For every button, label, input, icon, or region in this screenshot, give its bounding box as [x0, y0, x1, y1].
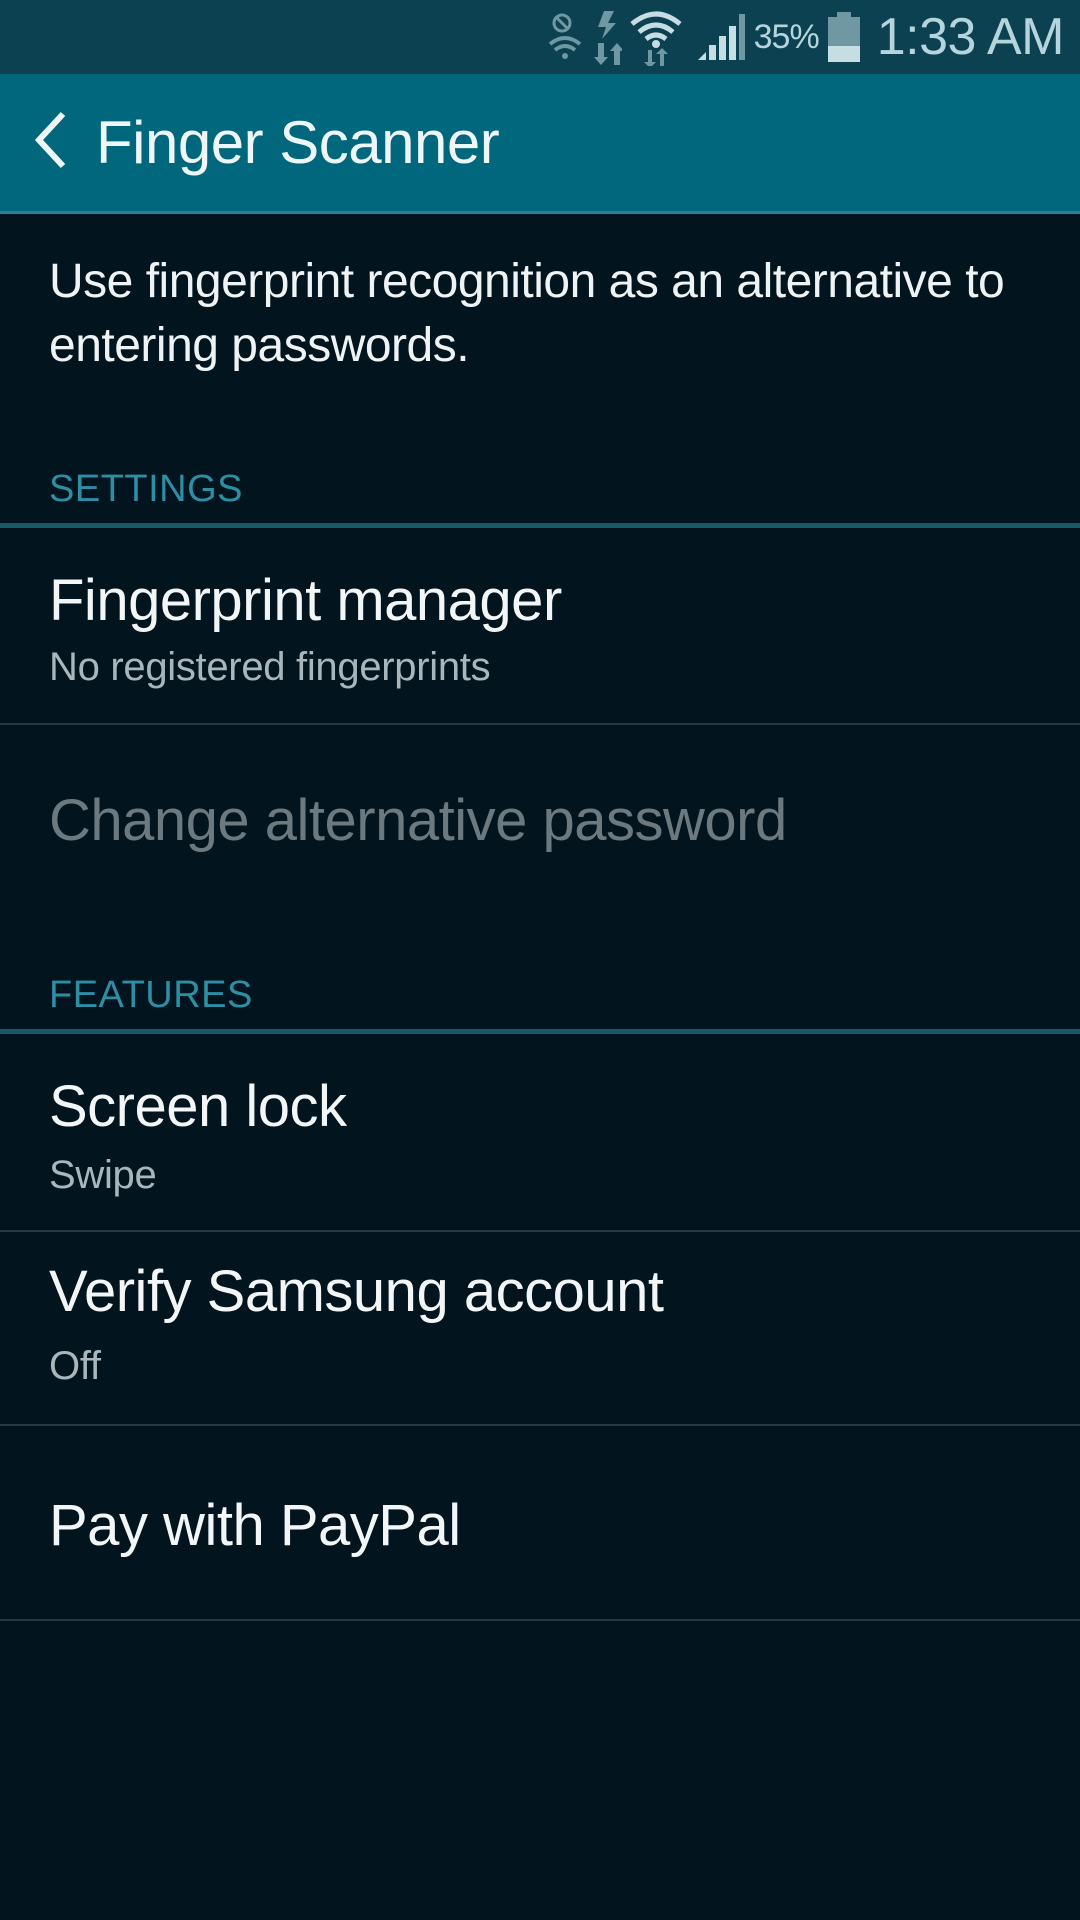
section-header-features: FEATURES [0, 970, 1080, 1034]
section-header-label: SETTINGS [49, 468, 244, 510]
chevron-left-icon [34, 111, 67, 173]
list-item-title: Pay with PayPal [49, 1493, 461, 1558]
cellular-signal-icon [696, 12, 746, 62]
battery-percentage: 35% [753, 17, 820, 56]
list-item-subtitle: Swipe [49, 1153, 157, 1197]
list-item-title: Screen lock [49, 1074, 347, 1139]
section-header-label: FEATURES [49, 974, 253, 1016]
list-item-fingerprint-manager[interactable]: Fingerprint manager No registered finger… [0, 531, 1080, 725]
back-button[interactable] [6, 73, 96, 213]
list-item-title: Verify Samsung account [49, 1259, 664, 1324]
clock: 1:33 AM [876, 8, 1065, 66]
action-bar: Finger Scanner [0, 74, 1080, 214]
section-header-settings: SETTINGS [0, 464, 1080, 528]
list-item-title: Change alternative password [49, 788, 787, 853]
wifi-icon [630, 8, 682, 66]
status-bar: 35% 1:33 AM [0, 0, 1080, 74]
list-item-subtitle: Off [49, 1344, 101, 1388]
wifi-calling-blocked-icon [548, 12, 584, 62]
list-item-screen-lock[interactable]: Screen lock Swipe [0, 1037, 1080, 1232]
list-item-change-alternative-password[interactable]: Change alternative password [0, 725, 1080, 905]
list-item-title: Fingerprint manager [49, 568, 562, 633]
data-activity-icon [592, 9, 622, 65]
status-icons: 35% 1:33 AM [548, 0, 1065, 74]
list-item-pay-with-paypal[interactable]: Pay with PayPal [0, 1426, 1080, 1621]
page-title: Finger Scanner [96, 109, 500, 176]
page-description: Use fingerprint recognition as an altern… [49, 255, 1005, 372]
battery-icon [827, 12, 861, 62]
list-item-subtitle: No registered fingerprints [49, 645, 491, 689]
list-item-verify-samsung-account[interactable]: Verify Samsung account Off [0, 1232, 1080, 1426]
